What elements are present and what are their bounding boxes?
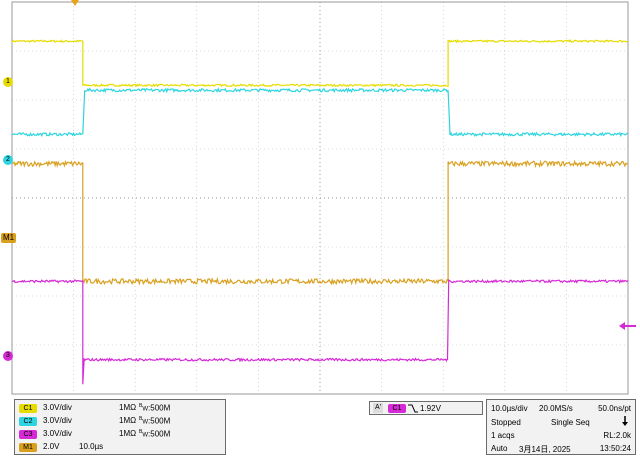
falling-edge-icon [408,404,418,413]
resolution: 50.0ns/pt [598,404,631,413]
waveform-plot [11,1,629,395]
ch3-marker[interactable]: 3 [3,351,13,361]
traces [11,38,629,385]
channel-info-panel: C1 3.0V/div 1MΩ BW:500M C2 3.0V/div 1MΩ … [14,399,226,455]
ch2-chip: C2 [19,417,37,426]
trigger-level: 1.92V [420,404,441,413]
grid [11,1,629,395]
trigger-source-chip: C1 [388,404,406,413]
ch2-bandwidth: BW:500M [139,416,171,426]
trigger-mode: Auto [491,444,508,453]
acq-mode: Single Seq [551,418,590,427]
acq-date: 3月14日, 2025 [519,445,571,454]
ch2-impedance: 1MΩ [119,416,137,425]
acq-state: Stopped [491,418,521,427]
ch1-trace [11,38,629,88]
timebase: 10.0µs/div [491,404,528,413]
ch3-scale: 3.0V/div [43,429,72,438]
ch3-chip: C3 [19,430,37,439]
down-arrow-icon [622,416,628,426]
trigger-level-arrowhead-icon [619,322,625,330]
ch2-trace [11,87,629,138]
ch3-bandwidth: BW:500M [139,429,171,439]
ch1-impedance: 1MΩ [119,403,137,412]
math-chip: M1 [19,443,37,452]
ch1-scale: 3.0V/div [43,403,72,412]
trigger-label: A' [373,403,384,413]
record-length: RL:2.0k [603,431,631,440]
trigger-position-icon[interactable] [71,0,79,6]
math-scale: 2.0V [43,442,60,451]
acquisition-info-panel[interactable]: 10.0µs/div 20.0MS/s 50.0ns/pt Stopped Si… [486,399,636,455]
acq-count: 1 acqs [491,431,515,440]
math-marker[interactable]: M1 [1,233,17,243]
oscilloscope-screen: 1 2 M1 3 C1 3.0V/div 1MΩ BW:500M C2 3.0V… [0,0,640,458]
ch1-chip: C1 [19,404,37,413]
acq-time: 13:50:24 [599,444,631,453]
sample-rate: 20.0MS/s [539,404,573,413]
math-time: 10.0µs [79,442,104,451]
ch1-bandwidth: BW:500M [139,403,171,413]
ch3-impedance: 1MΩ [119,429,137,438]
trigger-info-panel[interactable]: A' C1 1.92V [369,401,483,415]
ch2-marker[interactable]: 2 [3,155,13,165]
ch2-scale: 3.0V/div [43,416,72,425]
ch1-marker[interactable]: 1 [3,77,13,87]
